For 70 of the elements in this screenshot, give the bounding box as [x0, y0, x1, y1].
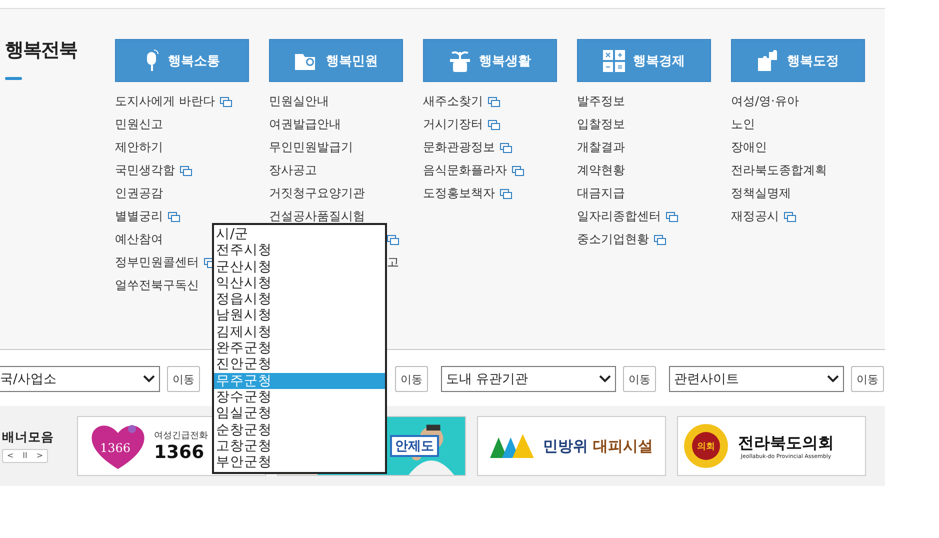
menu-link[interactable]: 전라북도종합계획 [731, 162, 827, 179]
menu-link[interactable]: 거짓청구요양기관 [269, 185, 365, 202]
dropdown-option[interactable]: 남원시청 [214, 307, 385, 324]
menu-link[interactable]: 국민생각함 [115, 162, 175, 179]
hotline-number: 1366 [154, 442, 206, 463]
menu-link[interactable]: 무인민원발급기 [269, 139, 353, 156]
menu-link[interactable]: 계약현황 [577, 162, 625, 179]
dropdown-option[interactable]: 전주시청 [214, 242, 385, 259]
menu-link[interactable]: 도지사에게 바란다 [115, 93, 215, 110]
chevron-down-icon [599, 375, 611, 383]
menu-link[interactable]: 거시기장터 [423, 116, 483, 133]
select-field[interactable]: 도내 유관기관 [441, 366, 616, 392]
menu-link[interactable]: 새주소찾기 [423, 93, 483, 110]
calculator-icon [603, 50, 625, 72]
menu-link[interactable]: 장사공고 [269, 162, 317, 179]
menu-link[interactable]: 도정홍보책자 [423, 185, 495, 202]
menu-link[interactable]: 중소기업현황 [577, 231, 649, 248]
banner-control-button[interactable]: > [32, 450, 48, 462]
menu-link[interactable]: 문화관광정보 [423, 139, 495, 156]
menu-link[interactable]: 얼쑤전북구독신 [115, 277, 199, 294]
menu-link[interactable]: 예산참여 [115, 231, 163, 248]
banner-text: 안제도 [390, 435, 439, 457]
menu-link[interactable]: 재정공시 [731, 208, 779, 225]
seal-logo: 의회 [684, 424, 728, 468]
banner-control-button[interactable]: II [18, 450, 32, 462]
menu-link[interactable]: 제안하기 [115, 139, 163, 156]
go-button[interactable]: 이동 [395, 366, 428, 392]
menu-link[interactable]: 음식문화플라자 [423, 162, 507, 179]
dropdown-option[interactable]: 진안군청 [214, 356, 385, 373]
dropdown-option[interactable]: 김제시청 [214, 324, 385, 340]
go-button[interactable]: 이동 [851, 366, 884, 392]
dropdown-option[interactable]: 정읍시청 [214, 291, 385, 308]
menu-link[interactable]: 고 [387, 254, 399, 271]
menu-link[interactable]: 정책실명제 [731, 185, 791, 202]
section-title: 행복전북 [5, 39, 77, 61]
banner-control-button[interactable]: < [3, 450, 18, 462]
menu-link[interactable]: 별별궁리 [115, 208, 163, 225]
chevron-down-icon [143, 375, 155, 383]
banner[interactable]: 민방위 대피시설 [477, 416, 666, 476]
menu-link[interactable]: 여성/영·유아 [731, 93, 799, 110]
dropdown-option[interactable]: 완주군청 [214, 340, 385, 356]
menu-link[interactable]: 정부민원콜센터 [115, 254, 199, 271]
puzzle-icon [757, 50, 779, 72]
banner-caption: 여성긴급전화 [154, 430, 208, 442]
select-field[interactable]: 국/사업소 [0, 366, 160, 392]
dropdown-option[interactable]: 장수군청 [214, 388, 385, 406]
menu-link[interactable]: 개찰결과 [577, 139, 625, 156]
go-button[interactable]: 이동 [623, 366, 656, 392]
menu-link[interactable]: 민원신고 [115, 116, 163, 133]
dropdown-option[interactable]: 익산시청 [214, 274, 385, 292]
menu-link[interactable]: 입찰정보 [577, 116, 625, 133]
menu-link[interactable]: 여권발급안내 [269, 116, 341, 133]
banner-text: 민방위 대피시설 [542, 436, 653, 456]
sprout-icon [449, 48, 471, 72]
chevron-down-icon [827, 375, 839, 383]
menu-link[interactable]: 발주정보 [577, 93, 625, 110]
dropdown-option[interactable]: 시/군 [214, 226, 385, 242]
dropdown-option[interactable]: 군산시청 [214, 258, 385, 275]
select-field[interactable]: 관련사이트 [669, 366, 844, 392]
assembly-name: 전라북도의회 [738, 432, 834, 454]
menu-link[interactable]: 대금지급 [577, 185, 625, 202]
menu-link[interactable]: 장애인 [731, 139, 767, 156]
menu-link[interactable]: 건설공사품질시험 [269, 208, 365, 225]
menu-link[interactable]: 민원실안내 [269, 93, 329, 110]
menu-link[interactable]: 인권공감 [115, 185, 163, 202]
menu-link[interactable]: 노인 [731, 116, 755, 133]
go-button[interactable]: 이동 [167, 366, 200, 392]
banner-label: 배너모음 [2, 429, 55, 446]
microphone-icon [144, 48, 160, 74]
menu-link[interactable]: 일자리종합센터 [577, 208, 661, 225]
